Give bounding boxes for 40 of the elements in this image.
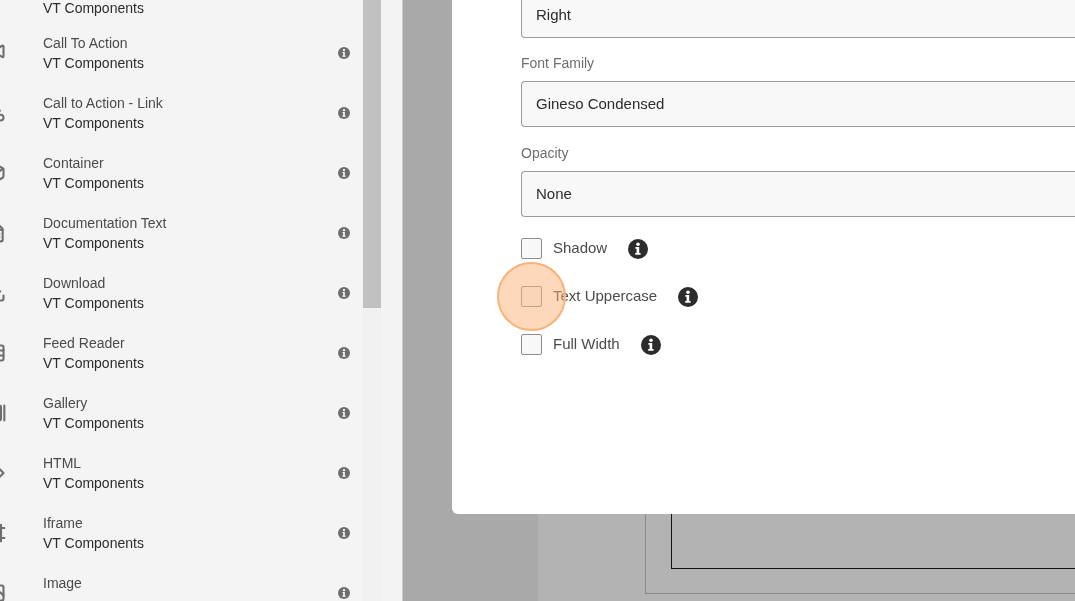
scrollbar-thumb[interactable] — [363, 0, 381, 308]
select-field[interactable]: None — [521, 171, 1075, 217]
table-icon — [0, 343, 6, 363]
item-subtitle: VT Components — [43, 54, 145, 73]
item-subtitle: VT Components — [43, 0, 144, 16]
image-icon — [0, 583, 6, 601]
info-icon[interactable] — [628, 238, 649, 259]
select-field[interactable]: Gineso Condensed — [521, 81, 1075, 127]
item-title: Call To Action — [43, 34, 129, 53]
checkbox[interactable] — [521, 238, 542, 259]
field-label: Opacity — [521, 144, 570, 163]
item-title: Image — [43, 574, 83, 593]
item-subtitle: VT Components — [43, 174, 145, 193]
item-subtitle: VT Components — [43, 354, 145, 373]
box-icon — [0, 163, 6, 183]
item-title: Documentation Text — [43, 214, 168, 233]
item-title: HTML — [43, 454, 83, 473]
item-subtitle: VT Components — [43, 474, 145, 493]
item-subtitle: VT Components — [43, 414, 145, 433]
item-title: Iframe — [43, 514, 84, 533]
item-title: Gallery — [43, 394, 89, 413]
field-label: Font Family — [521, 54, 596, 73]
checkbox-label: Full Width — [553, 334, 620, 355]
item-subtitle: VT Components — [43, 534, 145, 553]
frame-icon — [0, 523, 6, 543]
info-icon[interactable] — [640, 334, 661, 355]
item-title: Call to Action - Link — [43, 94, 164, 113]
item-title: Container — [43, 154, 105, 173]
checkbox[interactable] — [521, 286, 542, 307]
item-subtitle: VT Components — [43, 234, 145, 253]
document-icon — [0, 223, 6, 243]
info-icon[interactable] — [678, 286, 699, 307]
select-field[interactable]: Right — [521, 0, 1075, 38]
item-subtitle: VT Components — [43, 114, 145, 133]
item-title: Feed Reader — [43, 334, 126, 353]
checkbox-label: Shadow — [553, 238, 608, 259]
checkbox[interactable] — [521, 334, 542, 355]
gallery-icon — [0, 403, 6, 423]
item-subtitle: VT Components — [43, 294, 145, 313]
item-title: Download — [43, 274, 107, 293]
